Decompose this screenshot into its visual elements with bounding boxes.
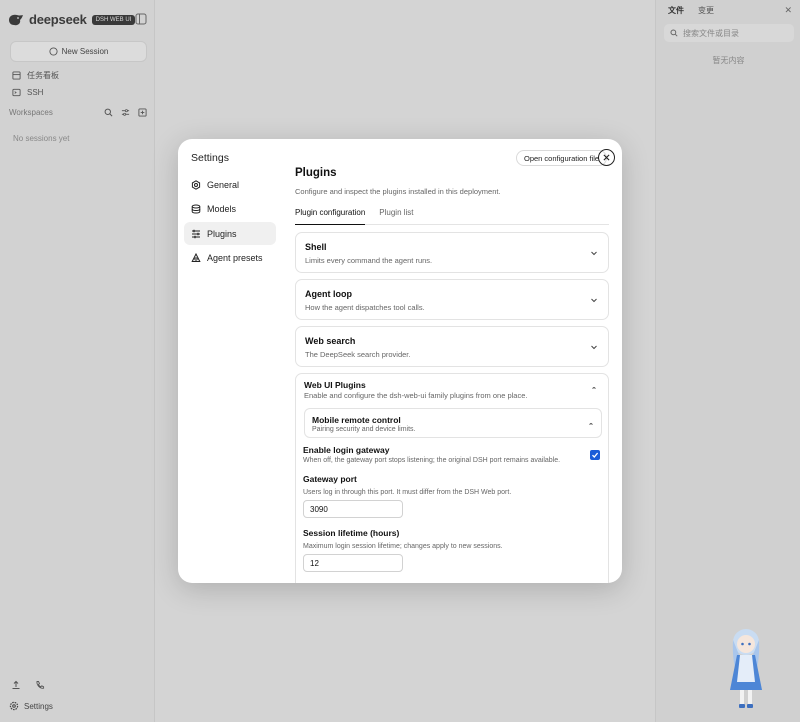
agent-icon [191, 253, 201, 262]
tab-plugin-list[interactable]: Plugin list [379, 208, 413, 225]
nav-item-general[interactable]: General [184, 173, 276, 196]
right-panel: 文件 变更 ✕ 搜索文件或目录 暂无内容 [655, 0, 800, 722]
chevron-down-icon [591, 298, 597, 303]
file-search-input[interactable]: 搜索文件或目录 [664, 24, 794, 42]
plugins-content: Plugins Configure and inspect the plugin… [295, 167, 609, 225]
sidebar-item-task-board[interactable]: 任务看板 [12, 70, 59, 81]
tab-changes[interactable]: 变更 [698, 5, 714, 16]
open-config-file-button[interactable]: Open configuration file [516, 150, 608, 166]
nav-item-label: Agent presets [207, 253, 263, 263]
upload-icon[interactable] [11, 680, 21, 690]
card-subtitle: Pairing security and device limits. [312, 426, 416, 433]
session-lifetime-input[interactable]: 12 [303, 554, 403, 572]
sliders-icon [192, 229, 200, 238]
new-session-button[interactable]: New Session [10, 41, 147, 62]
session-lifetime-help: Maximum login session lifetime; changes … [303, 543, 503, 550]
sidebar-item-label: SSH [27, 88, 44, 97]
brand-badge: DSH WEB UI [91, 14, 136, 25]
gear-icon [9, 701, 19, 711]
workspaces-title: Workspaces [9, 108, 53, 117]
gateway-toggle-help: When off, the gateway port stops listeni… [303, 457, 561, 464]
settings-dialog: Settings General Models Plugins Agent pr… [178, 139, 622, 583]
nav-item-models[interactable]: Models [184, 198, 276, 221]
plugin-tabs: Plugin configuration Plugin list [295, 208, 609, 225]
right-panel-tabs: 文件 变更 [668, 5, 714, 16]
nav-item-label: Models [207, 204, 237, 214]
chevron-down-icon [591, 251, 597, 256]
gateway-port-input[interactable]: 3090 [303, 500, 403, 518]
plugin-card-shell[interactable]: Shell Limits every command the agent run… [295, 232, 609, 273]
chat-icon [49, 47, 58, 56]
card-title: Web UI Plugins [304, 380, 366, 390]
dialog-title: Settings [191, 152, 229, 164]
settings-nav: General Models Plugins Agent presets [184, 173, 276, 271]
no-sessions-text: No sessions yet [13, 134, 70, 143]
card-subtitle: Limits every command the agent runs. [305, 256, 433, 265]
nav-item-agent-presets[interactable]: Agent presets [184, 247, 276, 270]
bottom-toolbar [11, 680, 45, 690]
card-title: Web search [305, 336, 356, 346]
left-sidebar: deepseek DSH WEB UI New Session 任务看板 SSH… [0, 0, 155, 722]
brand: deepseek DSH WEB UI [8, 12, 136, 27]
plugin-card-mobile-remote[interactable]: Mobile remote control Pairing security a… [304, 408, 602, 438]
empty-state-text: 暂无内容 [712, 56, 745, 65]
plugin-card-web-search[interactable]: Web search The DeepSeek search provider. [295, 326, 609, 367]
board-icon [12, 71, 21, 80]
sidebar-item-ssh[interactable]: SSH [12, 88, 43, 97]
chevron-up-icon[interactable] [590, 384, 598, 392]
file-search-placeholder: 搜索文件或目录 [683, 28, 739, 38]
tab-files[interactable]: 文件 [668, 5, 684, 16]
database-icon [191, 204, 201, 214]
session-lifetime-label: Session lifetime (hours) [303, 528, 400, 538]
card-subtitle: Enable and configure the dsh-web-ui fami… [304, 391, 528, 400]
gateway-port-help: Users log in through this port. It must … [303, 489, 512, 496]
sidebar-item-label: 任务看板 [27, 71, 59, 80]
sidebar-toggle-icon[interactable] [135, 13, 147, 25]
chevron-down-icon [591, 345, 597, 350]
card-title: Shell [305, 242, 327, 252]
gateway-toggle-label: Enable login gateway [303, 445, 390, 455]
deepseek-logo-icon [9, 14, 23, 25]
enable-login-gateway-checkbox[interactable] [590, 450, 600, 460]
close-dialog-button[interactable] [598, 149, 615, 166]
brand-name: deepseek [29, 12, 87, 27]
card-title: Agent loop [305, 289, 352, 299]
checkmark-icon [592, 452, 599, 458]
nav-item-label: General [207, 179, 240, 190]
close-icon[interactable]: ✕ [784, 5, 792, 16]
close-icon [603, 154, 610, 161]
workspaces-header: Workspaces [9, 108, 147, 117]
card-subtitle: How the agent dispatches tool calls. [305, 303, 425, 312]
card-subtitle: The DeepSeek search provider. [305, 350, 411, 359]
page-title: Plugins [295, 167, 337, 179]
search-icon[interactable] [104, 108, 113, 117]
nav-item-label: Plugins [207, 228, 237, 239]
plugin-card-agent-loop[interactable]: Agent loop How the agent dispatches tool… [295, 279, 609, 320]
new-folder-icon[interactable] [138, 108, 147, 117]
filter-icon[interactable] [121, 108, 130, 117]
sidebar-settings-link[interactable]: Settings [9, 701, 53, 711]
chevron-up-icon [589, 422, 593, 425]
nav-item-plugins[interactable]: Plugins [184, 222, 276, 245]
search-icon [670, 29, 678, 37]
settings-label: Settings [24, 701, 53, 711]
terminal-icon [12, 88, 21, 97]
card-title: Mobile remote control [312, 415, 401, 425]
page-subtitle: Configure and inspect the plugins instal… [295, 187, 501, 196]
new-session-label: New Session [61, 47, 109, 56]
tab-plugin-configuration[interactable]: Plugin configuration [295, 208, 366, 225]
gear-icon [191, 179, 201, 190]
phone-icon[interactable] [35, 680, 45, 690]
gateway-port-label: Gateway port [303, 474, 357, 484]
mascot-character-image [730, 629, 762, 708]
